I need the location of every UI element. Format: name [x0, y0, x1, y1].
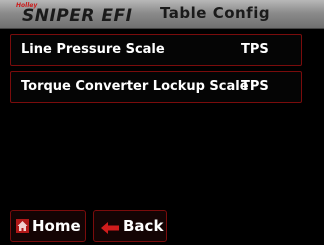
- row-torque-converter-lockup-scale[interactable]: Torque Converter Lockup Scale TPS: [10, 71, 302, 103]
- back-arrow-icon: [101, 220, 119, 234]
- title-bar: Holley SNIPER EFI Table Config: [0, 0, 324, 29]
- row-label: Torque Converter Lockup Scale: [21, 79, 249, 94]
- logo-text: SNIPER EFI: [22, 6, 133, 26]
- back-label: Back: [123, 217, 164, 235]
- home-label: Home: [32, 217, 81, 235]
- row-value: TPS: [241, 79, 269, 94]
- sniper-efi-logo: Holley SNIPER EFI: [14, 3, 134, 27]
- row-label: Line Pressure Scale: [21, 42, 165, 57]
- row-value: TPS: [241, 42, 269, 57]
- back-button[interactable]: Back: [93, 210, 167, 242]
- config-list: Line Pressure Scale TPS Torque Converter…: [10, 34, 302, 108]
- row-line-pressure-scale[interactable]: Line Pressure Scale TPS: [10, 34, 302, 66]
- home-button[interactable]: Home: [10, 210, 86, 242]
- home-icon: [16, 219, 29, 233]
- page-title: Table Config: [160, 4, 271, 22]
